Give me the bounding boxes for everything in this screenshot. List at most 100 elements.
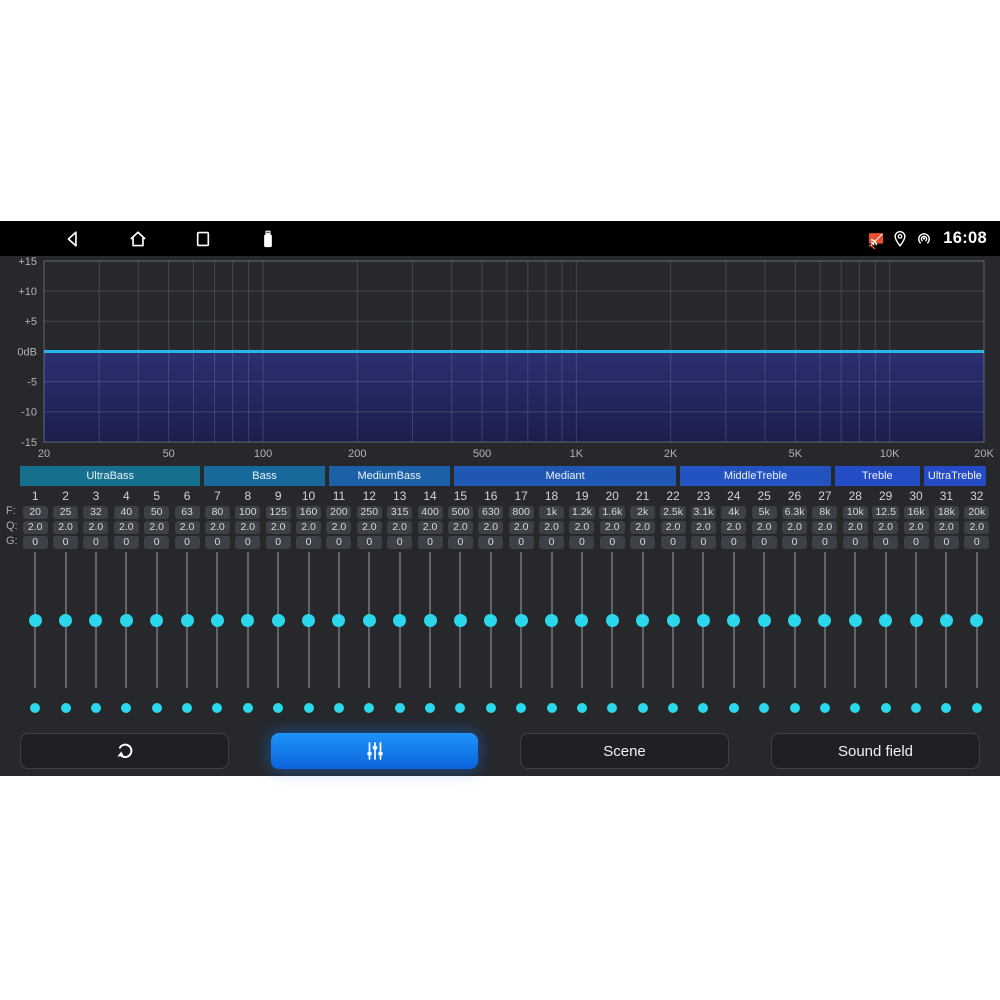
slider-thumb[interactable] xyxy=(120,614,133,627)
frequency-value-26[interactable]: 6.3k xyxy=(782,506,808,519)
band-dot-22[interactable] xyxy=(668,703,678,713)
gain-slider-8[interactable] xyxy=(233,552,263,688)
q-value-28[interactable]: 2.0 xyxy=(843,521,868,534)
recents-icon[interactable] xyxy=(192,228,214,250)
slider-thumb[interactable] xyxy=(59,614,72,627)
q-value-1[interactable]: 2.0 xyxy=(23,521,48,534)
q-value-29[interactable]: 2.0 xyxy=(873,521,898,534)
q-value-4[interactable]: 2.0 xyxy=(114,521,139,534)
gain-slider-20[interactable] xyxy=(597,552,627,688)
band-dot-24[interactable] xyxy=(729,703,739,713)
frequency-value-6[interactable]: 63 xyxy=(175,506,200,519)
frequency-value-19[interactable]: 1.2k xyxy=(569,506,595,519)
slider-thumb[interactable] xyxy=(241,614,254,627)
gain-value-27[interactable]: 0 xyxy=(812,536,837,549)
gain-value-13[interactable]: 0 xyxy=(387,536,412,549)
gain-slider-28[interactable] xyxy=(840,552,870,688)
q-value-22[interactable]: 2.0 xyxy=(661,521,686,534)
q-value-15[interactable]: 2.0 xyxy=(448,521,473,534)
gain-slider-17[interactable] xyxy=(506,552,536,688)
gain-slider-4[interactable] xyxy=(111,552,141,688)
frequency-value-27[interactable]: 8k xyxy=(812,506,837,519)
frequency-value-30[interactable]: 16k xyxy=(904,506,929,519)
band-dot-16[interactable] xyxy=(486,703,496,713)
gain-slider-14[interactable] xyxy=(415,552,445,688)
gain-slider-24[interactable] xyxy=(719,552,749,688)
frequency-value-11[interactable]: 200 xyxy=(326,506,351,519)
q-value-14[interactable]: 2.0 xyxy=(418,521,443,534)
home-icon[interactable] xyxy=(127,228,149,250)
gain-value-10[interactable]: 0 xyxy=(296,536,321,549)
band-dot-18[interactable] xyxy=(547,703,557,713)
slider-thumb[interactable] xyxy=(332,614,345,627)
q-value-27[interactable]: 2.0 xyxy=(812,521,837,534)
band-dot-12[interactable] xyxy=(364,703,374,713)
q-value-30[interactable]: 2.0 xyxy=(904,521,929,534)
slider-thumb[interactable] xyxy=(970,614,983,627)
band-dot-29[interactable] xyxy=(881,703,891,713)
frequency-value-8[interactable]: 100 xyxy=(235,506,260,519)
band-dot-15[interactable] xyxy=(455,703,465,713)
frequency-value-9[interactable]: 125 xyxy=(266,506,291,519)
slider-thumb[interactable] xyxy=(424,614,437,627)
band-dot-19[interactable] xyxy=(577,703,587,713)
slider-thumb[interactable] xyxy=(484,614,497,627)
gain-slider-1[interactable] xyxy=(20,552,50,688)
band-group-middletreble[interactable]: MiddleTreble xyxy=(680,466,830,486)
band-dot-25[interactable] xyxy=(759,703,769,713)
band-group-treble[interactable]: Treble xyxy=(835,466,920,486)
q-value-21[interactable]: 2.0 xyxy=(630,521,655,534)
gain-value-6[interactable]: 0 xyxy=(175,536,200,549)
gain-slider-32[interactable] xyxy=(962,552,992,688)
gain-value-11[interactable]: 0 xyxy=(326,536,351,549)
q-value-17[interactable]: 2.0 xyxy=(509,521,534,534)
gain-value-28[interactable]: 0 xyxy=(843,536,868,549)
q-value-5[interactable]: 2.0 xyxy=(144,521,169,534)
gain-slider-26[interactable] xyxy=(779,552,809,688)
gain-slider-21[interactable] xyxy=(628,552,658,688)
band-dot-17[interactable] xyxy=(516,703,526,713)
frequency-value-3[interactable]: 32 xyxy=(83,506,108,519)
band-dot-26[interactable] xyxy=(790,703,800,713)
gain-slider-29[interactable] xyxy=(871,552,901,688)
gain-value-1[interactable]: 0 xyxy=(23,536,48,549)
gain-value-23[interactable]: 0 xyxy=(691,536,716,549)
slider-thumb[interactable] xyxy=(393,614,406,627)
frequency-value-22[interactable]: 2.5k xyxy=(660,506,686,519)
band-dot-31[interactable] xyxy=(941,703,951,713)
usb-icon[interactable] xyxy=(257,228,279,250)
band-group-mediumbass[interactable]: MediumBass xyxy=(329,466,450,486)
slider-thumb[interactable] xyxy=(940,614,953,627)
gain-value-2[interactable]: 0 xyxy=(53,536,78,549)
frequency-value-29[interactable]: 12.5 xyxy=(872,506,898,519)
q-value-6[interactable]: 2.0 xyxy=(175,521,200,534)
q-value-18[interactable]: 2.0 xyxy=(539,521,564,534)
q-value-8[interactable]: 2.0 xyxy=(235,521,260,534)
gain-value-21[interactable]: 0 xyxy=(630,536,655,549)
frequency-value-14[interactable]: 400 xyxy=(418,506,443,519)
q-value-13[interactable]: 2.0 xyxy=(387,521,412,534)
gain-value-12[interactable]: 0 xyxy=(357,536,382,549)
gain-slider-7[interactable] xyxy=(202,552,232,688)
gain-slider-23[interactable] xyxy=(688,552,718,688)
gain-slider-27[interactable] xyxy=(810,552,840,688)
band-dot-23[interactable] xyxy=(698,703,708,713)
slider-thumb[interactable] xyxy=(758,614,771,627)
slider-thumb[interactable] xyxy=(697,614,710,627)
gain-slider-12[interactable] xyxy=(354,552,384,688)
gain-value-30[interactable]: 0 xyxy=(904,536,929,549)
reset-button[interactable] xyxy=(20,733,229,769)
gain-slider-30[interactable] xyxy=(901,552,931,688)
band-group-ultratreble[interactable]: UltraTreble xyxy=(924,466,986,486)
q-value-19[interactable]: 2.0 xyxy=(569,521,594,534)
frequency-value-5[interactable]: 50 xyxy=(144,506,169,519)
band-dot-8[interactable] xyxy=(243,703,253,713)
band-dot-9[interactable] xyxy=(273,703,283,713)
gain-slider-15[interactable] xyxy=(445,552,475,688)
gain-slider-16[interactable] xyxy=(476,552,506,688)
gain-value-18[interactable]: 0 xyxy=(539,536,564,549)
gain-slider-25[interactable] xyxy=(749,552,779,688)
q-value-23[interactable]: 2.0 xyxy=(691,521,716,534)
band-dot-3[interactable] xyxy=(91,703,101,713)
band-dot-20[interactable] xyxy=(607,703,617,713)
